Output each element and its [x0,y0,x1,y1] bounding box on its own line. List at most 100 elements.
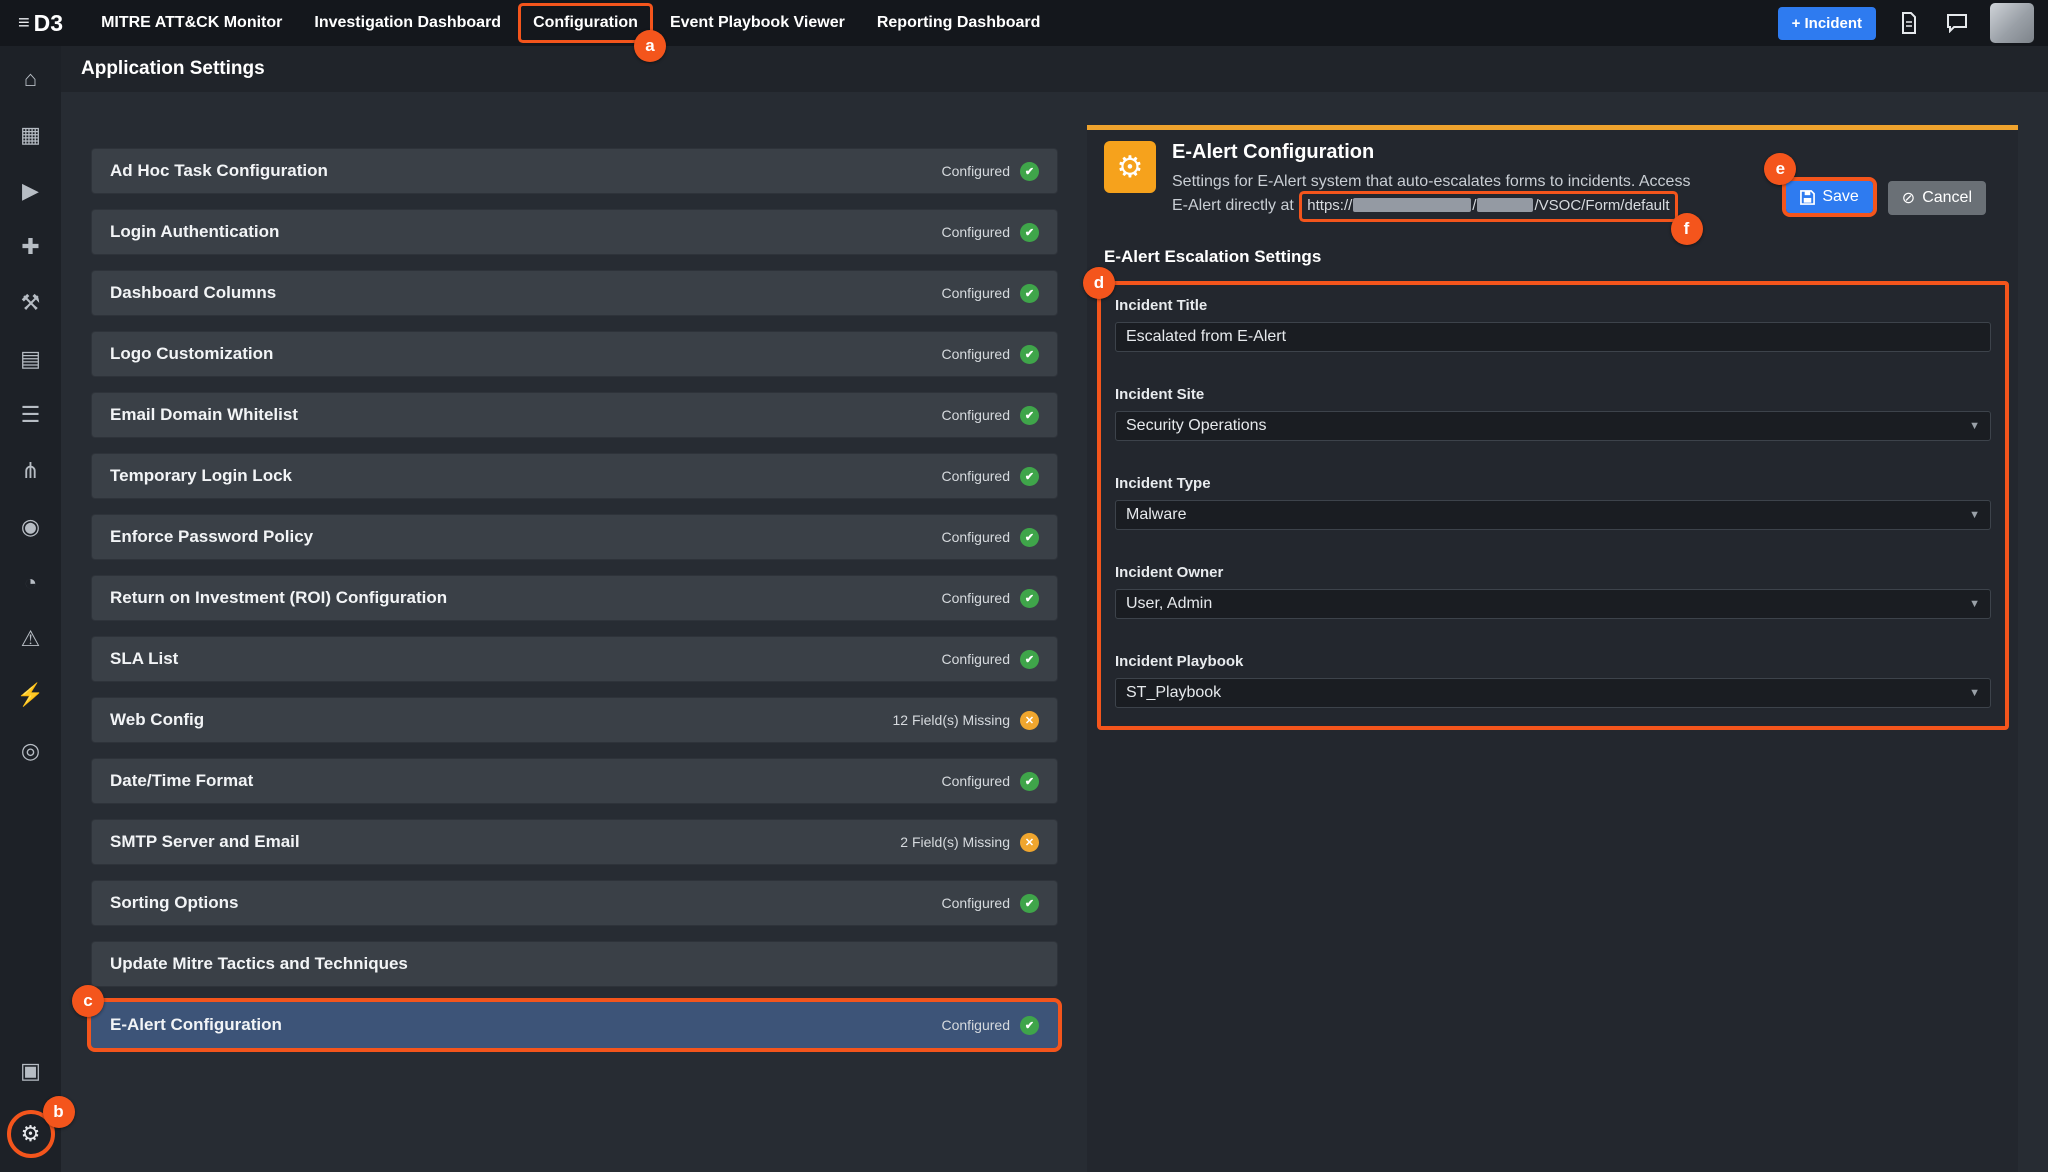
settings-row-roi-configuration[interactable]: Return on Investment (ROI) Configuration… [91,575,1058,621]
settings-row-web-config[interactable]: Web Config 12 Field(s) Missing ✕ [91,697,1058,743]
data-stack-icon[interactable]: ☰ [14,398,48,432]
missing-fields-icon: ✕ [1020,833,1039,852]
incident-type-label: Incident Type [1115,475,1991,492]
save-button-label: Save [1822,188,1858,206]
settings-row-date-time-format[interactable]: Date/Time Format Configured ✔ [91,758,1058,804]
settings-row-status: Configured ✔ [942,162,1040,181]
settings-row-sla-list[interactable]: SLA List Configured ✔ [91,636,1058,682]
schedule-icon[interactable]: ▤ [14,342,48,376]
incident-type-select[interactable]: Malware ▼ [1115,500,1991,530]
e-alert-gear-icon: ⚙ [1104,141,1156,193]
automation-icon[interactable]: ⚡ [14,678,48,712]
page-title: Application Settings [81,58,265,80]
chevron-down-icon: ▼ [1969,687,1980,699]
d3-logo[interactable]: ≡ D3 [18,10,63,37]
annotation-marker-b: b [43,1096,75,1128]
incident-playbook-label: Incident Playbook [1115,653,1991,670]
new-incident-button[interactable]: + Incident [1778,7,1876,40]
settings-gear-icon[interactable]: ⚙ [14,1117,48,1151]
settings-row-login-authentication[interactable]: Login Authentication Configured ✔ [91,209,1058,255]
settings-row-status: Configured ✔ [942,589,1040,608]
metrics-icon[interactable]: ◔ [14,566,48,600]
save-button[interactable]: Save [1786,181,1872,213]
settings-row-status: Configured ✔ [942,650,1040,669]
incident-owner-label: Incident Owner [1115,564,1991,581]
settings-row-label: Email Domain Whitelist [110,405,298,425]
media-library-icon[interactable]: ▶ [14,174,48,208]
incident-owner-select[interactable]: User, Admin ▼ [1115,589,1991,619]
configured-check-icon: ✔ [1020,772,1039,791]
user-avatar[interactable] [1990,3,2034,43]
field-incident-site: Incident Site Security Operations ▼ [1115,386,1991,441]
settings-row-status: Configured ✔ [942,284,1040,303]
status-text: 2 Field(s) Missing [900,834,1010,850]
settings-row-ad-hoc-task-configuration[interactable]: Ad Hoc Task Configuration Configured ✔ [91,148,1058,194]
tools-icon[interactable]: ⚒ [14,286,48,320]
e-alert-url[interactable]: https:////VSOC/Form/default f [1302,194,1674,219]
configured-check-icon: ✔ [1020,894,1039,913]
settings-row-temporary-login-lock[interactable]: Temporary Login Lock Configured ✔ [91,453,1058,499]
status-text: Configured [942,651,1011,667]
nav-item-reporting-dashboard[interactable]: Reporting Dashboard [865,6,1053,40]
status-text: Configured [942,407,1011,423]
settings-row-status: Configured ✔ [942,223,1040,242]
settings-row-label: Web Config [110,710,204,730]
incident-title-input[interactable] [1115,322,1991,352]
integrations-icon[interactable]: ✚ [14,230,48,264]
detail-title: E-Alert Configuration [1172,141,1702,164]
nav-item-event-playbook-viewer[interactable]: Event Playbook Viewer [658,6,857,40]
network-icon[interactable]: ⋔ [14,454,48,488]
top-navbar: ≡ D3 MITRE ATT&CK Monitor Investigation … [0,0,2048,46]
settings-row-e-alert-configuration[interactable]: E-Alert Configuration Configured ✔ c [91,1002,1058,1048]
incident-site-label: Incident Site [1115,386,1991,403]
settings-row-status: 12 Field(s) Missing ✕ [893,711,1039,730]
settings-row-enforce-password-policy[interactable]: Enforce Password Policy Configured ✔ [91,514,1058,560]
alerts-icon[interactable]: ⚠ [14,622,48,656]
settings-row-status: Configured ✔ [942,772,1040,791]
settings-row-logo-customization[interactable]: Logo Customization Configured ✔ [91,331,1058,377]
detail-header: ⚙ E-Alert Configuration Settings for E-A… [1104,141,2002,219]
configured-check-icon: ✔ [1020,1016,1039,1035]
calendar-icon[interactable]: ▦ [14,118,48,152]
configured-check-icon: ✔ [1020,406,1039,425]
home-icon[interactable]: ⌂ [14,62,48,96]
annotation-marker-c: c [72,985,104,1017]
incident-site-select[interactable]: Security Operations ▼ [1115,411,1991,441]
field-incident-type: Incident Type Malware ▼ [1115,475,1991,530]
nav-item-configuration[interactable]: Configuration a [521,6,650,40]
status-text: Configured [942,895,1011,911]
document-icon[interactable] [1894,8,1924,38]
settings-row-status: Configured ✔ [942,345,1040,364]
settings-row-smtp-server-and-email[interactable]: SMTP Server and Email 2 Field(s) Missing… [91,819,1058,865]
settings-row-label: SLA List [110,649,178,669]
incident-playbook-select[interactable]: ST_Playbook ▼ [1115,678,1991,708]
settings-row-sorting-options[interactable]: Sorting Options Configured ✔ [91,880,1058,926]
chat-icon[interactable] [1942,8,1972,38]
main-content: Ad Hoc Task Configuration Configured ✔ L… [61,92,2048,1172]
settings-row-label: Temporary Login Lock [110,466,292,486]
fingerprint-icon[interactable]: ◎ [14,734,48,768]
status-text: Configured [942,285,1011,301]
settings-row-label: Login Authentication [110,222,279,242]
settings-row-update-mitre-tactics[interactable]: Update Mitre Tactics and Techniques [91,941,1058,987]
settings-row-email-domain-whitelist[interactable]: Email Domain Whitelist Configured ✔ [91,392,1058,438]
icon-sidebar: ⌂ ▦ ▶ ✚ ⚒ ▤ ☰ ⋔ ◉ ◔ ⚠ ⚡ ◎ ▣ ⚙ b [0,46,61,1172]
d3-logo-mark-icon: ≡ [18,12,30,35]
settings-row-label: Sorting Options [110,893,238,913]
settings-row-status: 2 Field(s) Missing ✕ [900,833,1039,852]
nav-item-mitre-attack-monitor[interactable]: MITRE ATT&CK Monitor [89,6,294,40]
file-manager-icon[interactable]: ▣ [14,1054,48,1088]
configured-check-icon: ✔ [1020,528,1039,547]
settings-list: Ad Hoc Task Configuration Configured ✔ L… [61,92,1087,1172]
url-prefix: https:// [1307,197,1352,214]
annotation-marker-d: d [1083,267,1115,299]
settings-row-status: Configured ✔ [942,894,1040,913]
settings-row-dashboard-columns[interactable]: Dashboard Columns Configured ✔ [91,270,1058,316]
settings-row-label: Date/Time Format [110,771,253,791]
cancel-button[interactable]: ⊘ Cancel [1888,181,1986,215]
broadcast-icon[interactable]: ◉ [14,510,48,544]
nav-item-configuration-label: Configuration [533,14,638,31]
status-text: Configured [942,590,1011,606]
nav-item-investigation-dashboard[interactable]: Investigation Dashboard [302,6,513,40]
d3-logo-text: D3 [34,10,63,37]
